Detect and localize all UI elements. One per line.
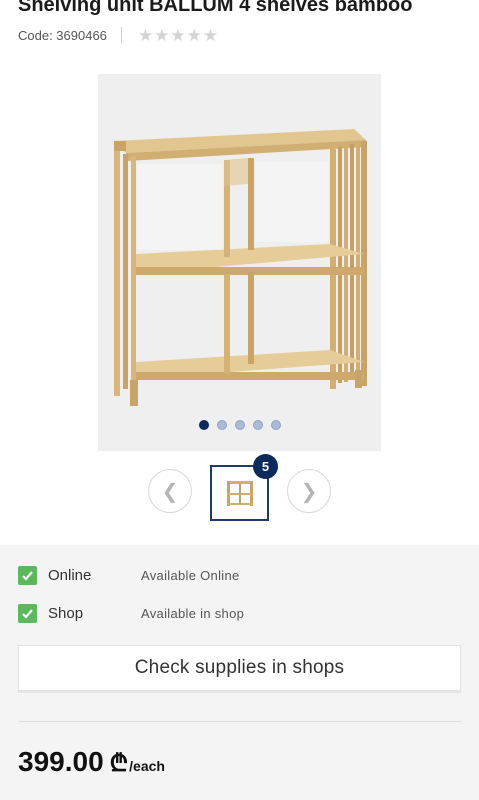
star-icon[interactable]: ★ <box>154 27 169 44</box>
section-divider <box>18 721 461 722</box>
carousel-dot[interactable] <box>270 420 281 430</box>
star-icon[interactable]: ★ <box>138 27 153 44</box>
thumbnail-count-badge: 5 <box>253 454 278 479</box>
product-meta: Code: 3690466 ★ ★ ★ ★ ★ <box>18 26 218 44</box>
availability-label: Shop <box>48 605 84 622</box>
product-image <box>114 129 367 406</box>
star-icon[interactable]: ★ <box>170 27 185 44</box>
meta-divider <box>120 27 122 43</box>
product-title: Shelving unit BALLUM 4 shelves bamboo <box>18 0 413 16</box>
availability-row-shop: Shop Available in shop <box>18 604 244 623</box>
chevron-right-icon: ❯ <box>300 480 318 503</box>
thumbnail-shelf-image <box>226 481 253 506</box>
star-icon[interactable]: ★ <box>187 27 202 44</box>
carousel-dot[interactable] <box>216 420 227 430</box>
star-icon[interactable]: ★ <box>203 27 218 44</box>
next-image-button[interactable]: ❯ <box>287 469 331 513</box>
availability-status: Available Online <box>141 568 240 583</box>
carousel-dot[interactable] <box>252 420 263 430</box>
rating-stars[interactable]: ★ ★ ★ ★ ★ <box>138 27 218 44</box>
check-icon <box>18 604 37 623</box>
check-icon <box>18 566 37 585</box>
prev-image-button[interactable]: ❮ <box>148 469 192 513</box>
carousel-dots[interactable] <box>98 420 381 430</box>
price-block: 399.00 ₾ /each <box>18 746 165 779</box>
currency-symbol: ₾ <box>109 750 129 777</box>
carousel-dot[interactable] <box>234 420 245 430</box>
product-image-gallery[interactable] <box>98 74 381 451</box>
price-unit: /each <box>129 758 165 774</box>
product-code: Code: 3690466 <box>18 27 107 43</box>
check-supplies-button[interactable]: Check supplies in shops <box>18 645 461 691</box>
availability-status: Available in shop <box>141 606 245 621</box>
availability-row-online: Online Available Online <box>18 566 240 585</box>
chevron-left-icon: ❮ <box>161 480 179 503</box>
availability-label: Online <box>48 567 92 584</box>
price-amount: 399.00 <box>18 746 104 777</box>
carousel-dot[interactable] <box>198 420 209 430</box>
